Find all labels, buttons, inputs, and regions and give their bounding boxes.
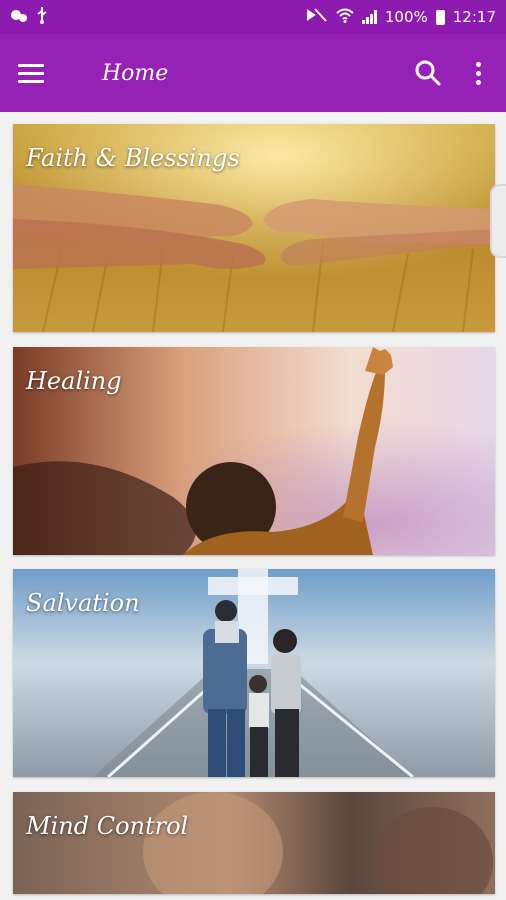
status-left (10, 6, 48, 28)
category-label: Faith & Blessings (26, 144, 240, 172)
usb-icon (36, 6, 48, 28)
menu-icon-bar (18, 71, 44, 75)
menu-button[interactable] (18, 56, 52, 90)
search-icon (415, 60, 441, 86)
mute-icon (306, 7, 328, 27)
category-card-salvation[interactable]: Salvation (13, 569, 495, 777)
side-panel-handle[interactable] (490, 184, 506, 258)
status-bar: 100% 12:17 (0, 0, 506, 34)
category-card-faith-blessings[interactable]: Faith & Blessings (13, 124, 495, 332)
more-options-button[interactable] (466, 53, 490, 93)
clock: 12:17 (452, 8, 496, 26)
mind-control-image (13, 792, 495, 894)
more-dot (475, 61, 481, 67)
more-dot (475, 79, 481, 85)
category-card-mind-control[interactable]: Mind Control (13, 792, 495, 894)
app-bar: Home (0, 34, 506, 112)
category-label: Salvation (26, 589, 140, 617)
menu-icon-bar (18, 63, 44, 67)
status-right: 100% 12:17 (306, 7, 496, 27)
battery-percent: 100% (384, 8, 428, 26)
category-card-healing[interactable]: Healing (13, 347, 495, 555)
more-dot (475, 70, 481, 76)
category-label: Healing (26, 367, 122, 395)
wifi-icon (336, 7, 354, 27)
category-label: Mind Control (26, 812, 189, 840)
battery-icon (435, 9, 445, 25)
notification-icon (10, 7, 28, 27)
signal-icon (361, 10, 377, 24)
page-title: Home (102, 60, 169, 86)
search-button[interactable] (408, 53, 448, 93)
menu-icon-bar (18, 79, 44, 83)
